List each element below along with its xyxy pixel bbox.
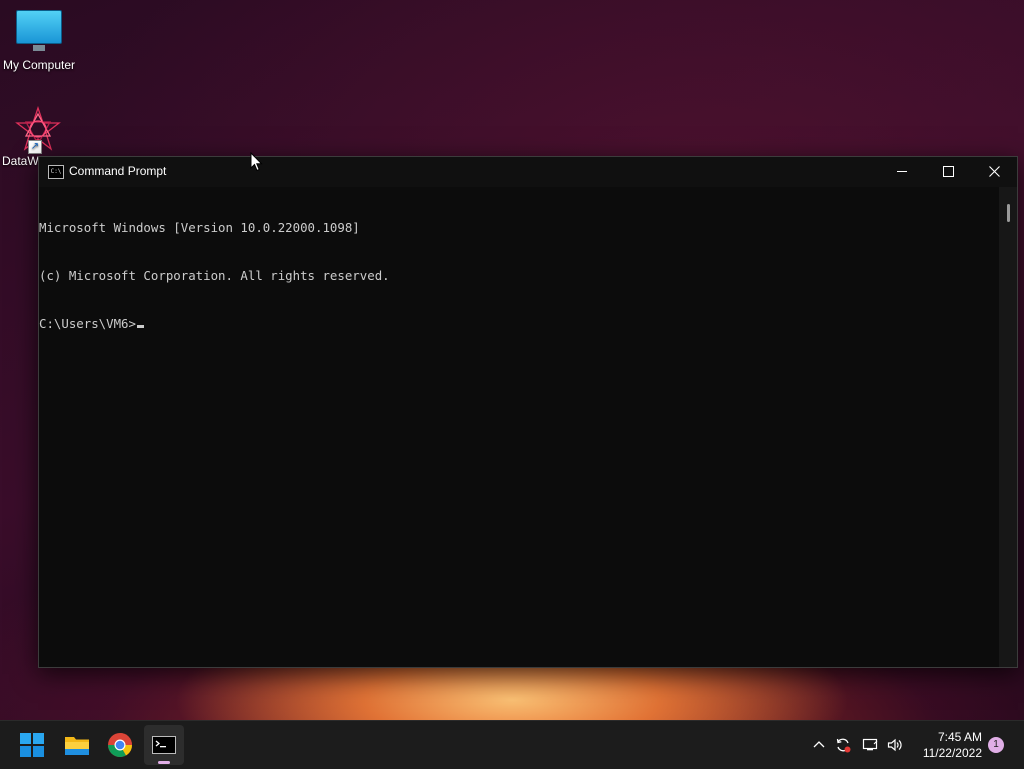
text-cursor: [136, 325, 144, 328]
desktop: My Computer ↗ DataW C:\ Command Prompt M…: [0, 0, 1024, 768]
console-output[interactable]: Microsoft Windows [Version 10.0.22000.10…: [39, 187, 999, 667]
shortcut-arrow-icon: ↗: [28, 140, 42, 154]
command-prompt-app-icon: C:\: [48, 165, 64, 179]
desktop-icon-label: My Computer: [2, 58, 76, 72]
title-bar[interactable]: C:\ Command Prompt: [39, 157, 1017, 187]
console-line: (c) Microsoft Corporation. All rights re…: [39, 268, 390, 283]
network-icon[interactable]: [861, 736, 879, 754]
monitor-icon: [16, 10, 62, 51]
minimize-icon: [897, 171, 907, 172]
clock[interactable]: 7:45 AM 11/22/2022: [912, 729, 982, 761]
mouse-pointer-icon: [250, 152, 263, 172]
close-icon: [988, 166, 1000, 177]
desktop-icon-my-computer[interactable]: My Computer: [0, 10, 79, 72]
chevron-up-icon[interactable]: [810, 736, 828, 754]
vertical-scrollbar[interactable]: [999, 187, 1017, 667]
maximize-button[interactable]: [925, 157, 971, 187]
console-prompt: C:\Users\VM6>: [39, 316, 136, 331]
command-prompt-window[interactable]: C:\ Command Prompt Microsoft Windows [Ve…: [38, 156, 1018, 668]
console-prompt-line[interactable]: C:\Users\VM6>: [39, 316, 999, 332]
scrollbar-thumb[interactable]: [1007, 204, 1010, 222]
notification-badge[interactable]: 1: [988, 737, 1004, 753]
window-title: Command Prompt: [69, 164, 167, 178]
volume-icon[interactable]: [886, 736, 904, 754]
clock-time: 7:45 AM: [937, 730, 982, 744]
clock-date: 11/22/2022: [922, 746, 982, 760]
sync-icon[interactable]: [834, 736, 852, 754]
system-tray: 7:45 AM 11/22/2022 1: [0, 721, 1024, 769]
app-logo-icon: ↗: [14, 105, 62, 154]
console-line: Microsoft Windows [Version 10.0.22000.10…: [39, 220, 360, 235]
taskbar: 7:45 AM 11/22/2022 1: [0, 720, 1024, 769]
minimize-button[interactable]: [879, 157, 925, 187]
maximize-icon: [942, 166, 954, 177]
close-button[interactable]: [971, 157, 1017, 187]
